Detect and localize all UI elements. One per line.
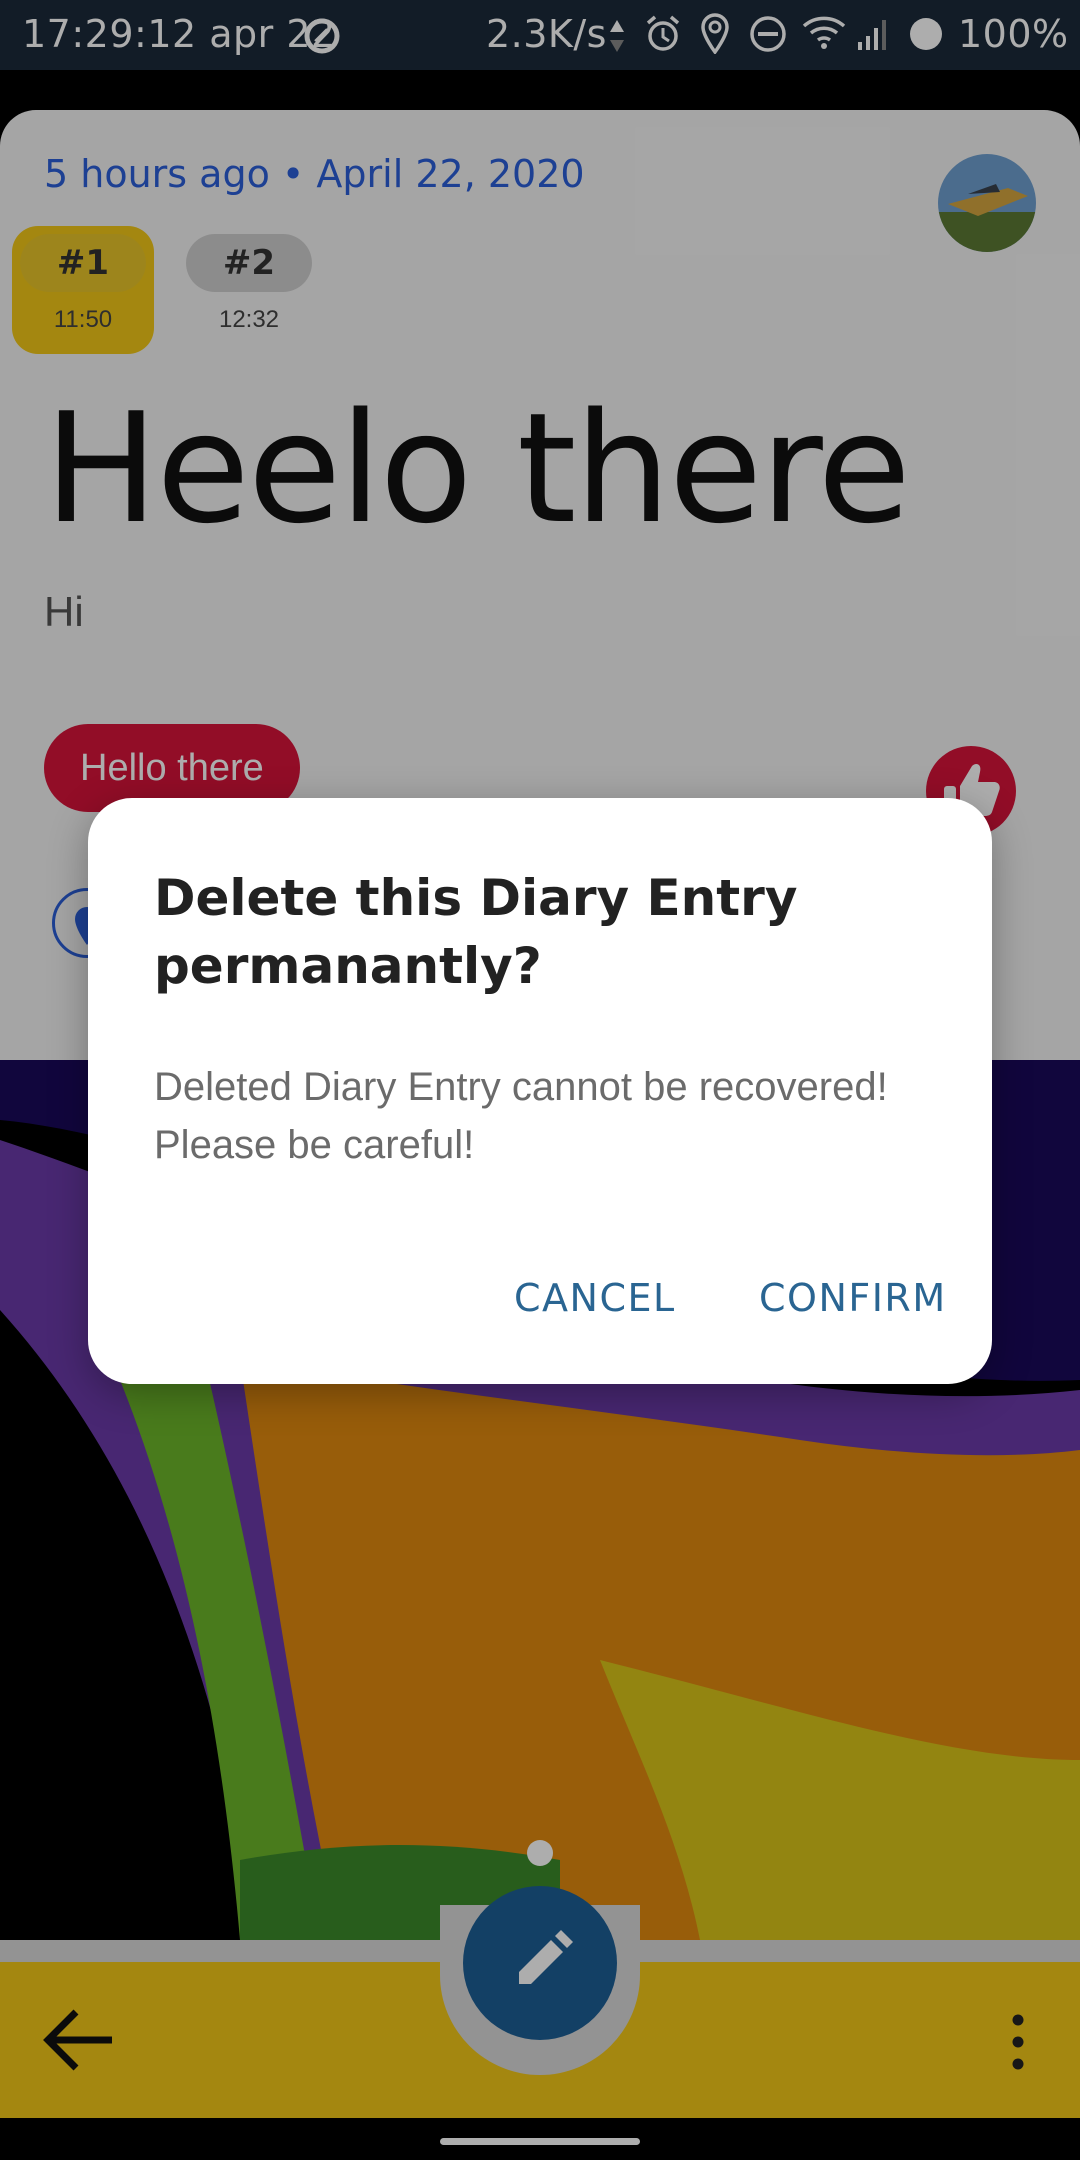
confirm-button[interactable]: CONFIRM xyxy=(759,1276,947,1320)
dialog-message: Deleted Diary Entry cannot be recovered!… xyxy=(154,1065,888,1167)
cancel-button[interactable]: CANCEL xyxy=(514,1276,676,1320)
dialog-title: Delete this Diary Entry permanantly? xyxy=(154,869,798,995)
delete-confirm-dialog: Delete this Diary Entry permanantly? Del… xyxy=(88,798,992,1384)
